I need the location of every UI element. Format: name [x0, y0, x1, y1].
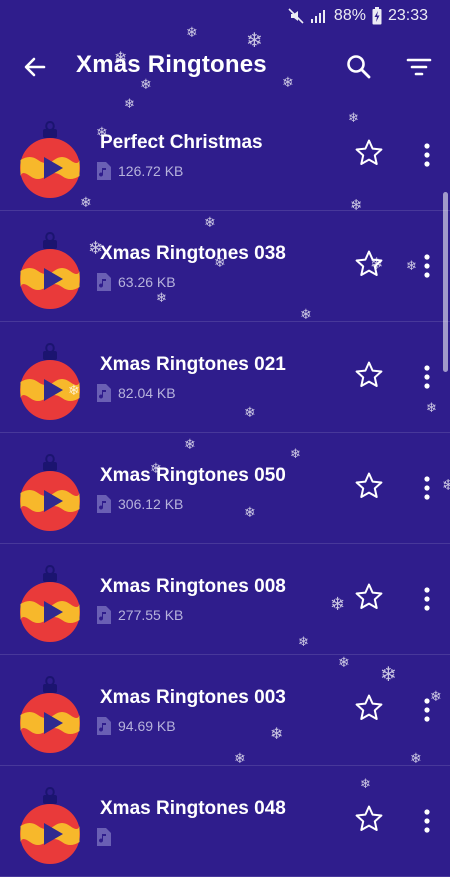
- star-outline-icon: [355, 472, 383, 498]
- file-size: 63.26 KB: [97, 273, 176, 291]
- filter-button[interactable]: [404, 52, 434, 82]
- ringtone-row[interactable]: Xmas Ringtones 021 82.04 KB: [0, 322, 450, 433]
- more-vert-icon: [424, 587, 430, 611]
- filter-icon: [406, 58, 432, 76]
- ringtone-title: Xmas Ringtones 008: [100, 576, 286, 597]
- file-size: 277.55 KB: [97, 606, 183, 624]
- more-vert-icon: [424, 143, 430, 167]
- file-size: 126.72 KB: [97, 162, 183, 180]
- more-vert-icon: [424, 809, 430, 833]
- music-file-icon: [97, 828, 111, 846]
- ringtone-row[interactable]: Xmas Ringtones 038 63.26 KB: [0, 211, 450, 322]
- music-file-icon: [97, 273, 111, 291]
- file-size: 94.69 KB: [97, 717, 176, 735]
- scrollbar[interactable]: [443, 192, 448, 372]
- favorite-button[interactable]: [354, 471, 384, 501]
- search-icon: [347, 55, 371, 79]
- more-options-button[interactable]: [415, 586, 439, 612]
- back-button[interactable]: [20, 52, 50, 82]
- music-file-icon: [97, 495, 111, 513]
- ornament-play-icon[interactable]: [18, 453, 82, 533]
- search-button[interactable]: [344, 52, 374, 82]
- more-vert-icon: [424, 254, 430, 278]
- file-size: [97, 828, 118, 846]
- star-outline-icon: [355, 805, 383, 831]
- file-size-text: 94.69 KB: [118, 718, 176, 734]
- ringtone-title: Xmas Ringtones 050: [100, 465, 286, 486]
- ornament-play-icon[interactable]: [18, 564, 82, 644]
- more-options-button[interactable]: [415, 364, 439, 390]
- ringtone-title: Perfect Christmas: [100, 132, 263, 153]
- more-vert-icon: [424, 365, 430, 389]
- file-size: 306.12 KB: [97, 495, 183, 513]
- battery-percent: 88%: [333, 7, 366, 24]
- ornament-play-icon[interactable]: [18, 342, 82, 422]
- app-bar: Xmas Ringtones: [0, 32, 450, 100]
- music-file-icon: [97, 606, 111, 624]
- file-size-text: 126.72 KB: [118, 163, 184, 179]
- ringtone-row[interactable]: Xmas Ringtones 003 94.69 KB: [0, 655, 450, 766]
- file-size-text: 63.26 KB: [118, 274, 176, 290]
- more-options-button[interactable]: [415, 475, 439, 501]
- favorite-button[interactable]: [354, 360, 384, 390]
- more-vert-icon: [424, 476, 430, 500]
- star-outline-icon: [355, 250, 383, 276]
- file-size-text: 306.12 KB: [118, 496, 184, 512]
- star-outline-icon: [355, 694, 383, 720]
- ringtone-row[interactable]: Perfect Christmas 126.72 KB: [0, 100, 450, 211]
- page-title: Xmas Ringtones: [76, 51, 267, 78]
- file-size-text: 277.55 KB: [118, 607, 184, 623]
- ringtone-row[interactable]: Xmas Ringtones 008 277.55 KB: [0, 544, 450, 655]
- back-arrow-icon: [24, 57, 46, 77]
- status-bar: 88% 23:33: [0, 0, 450, 32]
- favorite-button[interactable]: [354, 804, 384, 834]
- ringtone-title: Xmas Ringtones 038: [100, 243, 286, 264]
- signal-icon: [310, 8, 328, 24]
- ornament-play-icon[interactable]: [18, 120, 82, 200]
- favorite-button[interactable]: [354, 693, 384, 723]
- music-file-icon: [97, 384, 111, 402]
- music-file-icon: [97, 717, 111, 735]
- ornament-play-icon[interactable]: [18, 231, 82, 311]
- ringtone-row[interactable]: Xmas Ringtones 050 306.12 KB: [0, 433, 450, 544]
- more-vert-icon: [424, 698, 430, 722]
- file-size: 82.04 KB: [97, 384, 176, 402]
- ringtone-list: Perfect Christmas 126.72 KB Xmas Rington…: [0, 100, 450, 877]
- more-options-button[interactable]: [415, 253, 439, 279]
- star-outline-icon: [355, 583, 383, 609]
- ornament-play-icon[interactable]: [18, 786, 82, 866]
- clock: 23:33: [387, 7, 428, 24]
- more-options-button[interactable]: [415, 142, 439, 168]
- mute-icon: [288, 8, 304, 24]
- battery-charging-icon: [372, 7, 382, 25]
- ornament-play-icon[interactable]: [18, 675, 82, 755]
- favorite-button[interactable]: [354, 249, 384, 279]
- music-file-icon: [97, 162, 111, 180]
- more-options-button[interactable]: [415, 697, 439, 723]
- file-size-text: 82.04 KB: [118, 385, 176, 401]
- favorite-button[interactable]: [354, 582, 384, 612]
- more-options-button[interactable]: [415, 808, 439, 834]
- ringtone-row[interactable]: Xmas Ringtones 048: [0, 766, 450, 877]
- ringtone-title: Xmas Ringtones 048: [100, 798, 286, 819]
- ringtone-title: Xmas Ringtones 003: [100, 687, 286, 708]
- ringtone-title: Xmas Ringtones 021: [100, 354, 286, 375]
- star-outline-icon: [355, 361, 383, 387]
- favorite-button[interactable]: [354, 138, 384, 168]
- star-outline-icon: [355, 139, 383, 165]
